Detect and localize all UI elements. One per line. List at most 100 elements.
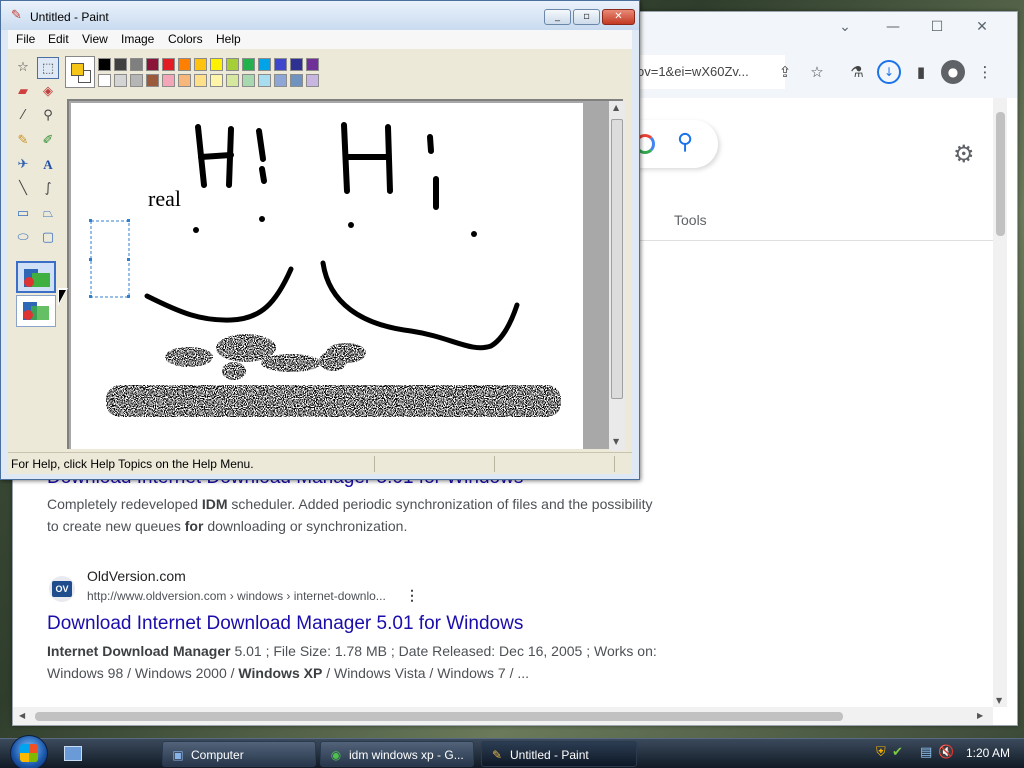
maximize-button[interactable]: ▫ [573, 9, 600, 25]
side-panel-icon[interactable]: ▮ [909, 60, 933, 84]
line-tool-icon[interactable]: ╲ [12, 178, 34, 200]
vertical-scrollbar[interactable]: ▼ [993, 98, 1007, 707]
color-swatch[interactable] [114, 58, 127, 71]
color-swatch[interactable] [242, 74, 255, 87]
taskbar-button-chrome[interactable]: ◉ idm windows xp - G... [320, 741, 474, 767]
color-swatch[interactable] [274, 74, 287, 87]
color-picker-icon[interactable]: ⁄ [12, 105, 34, 127]
curve-tool-icon[interactable]: ∫ [37, 178, 59, 200]
clock[interactable]: 1:20 AM [966, 746, 1010, 760]
maximize-icon[interactable]: ☐ [925, 16, 949, 38]
foreground-color-swatch[interactable] [71, 63, 84, 76]
opaque-selection-option[interactable] [16, 261, 56, 293]
minimize-icon[interactable]: — [881, 16, 905, 38]
color-swatch[interactable] [162, 58, 175, 71]
brush-icon[interactable]: ✐ [37, 130, 59, 152]
close-icon[interactable]: ✕ [970, 16, 994, 38]
color-swatch[interactable] [210, 58, 223, 71]
current-colors[interactable] [65, 56, 95, 88]
security-shield-icon[interactable]: ⛨ [876, 745, 886, 760]
color-swatch[interactable] [274, 58, 287, 71]
color-swatch[interactable] [146, 74, 159, 87]
start-button[interactable] [10, 735, 48, 768]
kebab-menu-icon[interactable]: ⋮ [973, 60, 997, 84]
volume-muted-icon[interactable]: 🔇 [938, 745, 954, 760]
color-swatch[interactable] [290, 74, 303, 87]
color-swatch[interactable] [210, 74, 223, 87]
taskbar-button-computer[interactable]: ▣ Computer [162, 741, 316, 767]
search-icon[interactable]: ⚲ [677, 130, 693, 155]
bookmark-star-icon[interactable]: ☆ [805, 60, 829, 84]
share-icon[interactable]: ⇪ [773, 60, 797, 84]
tab-tools[interactable]: Tools [674, 212, 707, 228]
color-swatch[interactable] [290, 58, 303, 71]
menu-image[interactable]: Image [121, 32, 154, 46]
menu-view[interactable]: View [82, 32, 108, 46]
color-swatch[interactable] [114, 74, 127, 87]
polygon-tool-icon[interactable]: ⏢ [37, 203, 59, 225]
result-title-2[interactable]: Download Internet Download Manager 5.01 … [47, 613, 523, 635]
rounded-rect-tool-icon[interactable]: ▢ [37, 227, 59, 249]
network-icon[interactable]: ▤ [920, 745, 932, 760]
paint-titlebar[interactable]: ✎ Untitled - Paint _ ▫ ✕ [1, 1, 639, 30]
kebab-menu-icon[interactable]: ⋮ [405, 587, 419, 604]
rect-select-icon[interactable]: ⬚ [37, 57, 59, 79]
labs-icon[interactable]: ⚗ [845, 60, 869, 84]
magnifier-icon[interactable]: ⚲ [37, 105, 59, 127]
color-swatch[interactable] [226, 58, 239, 71]
scroll-left-icon[interactable]: ◀ [19, 711, 25, 720]
color-swatch[interactable] [130, 74, 143, 87]
color-swatch[interactable] [178, 74, 191, 87]
close-button[interactable]: ✕ [602, 9, 635, 25]
paint-brush-icon[interactable]: ✎ [11, 8, 22, 23]
taskbar-button-paint[interactable]: ✎ Untitled - Paint [481, 741, 637, 767]
chevron-down-icon[interactable]: ⌄ [833, 16, 857, 38]
gear-icon[interactable]: ⚙ [953, 140, 975, 168]
minimize-button[interactable]: _ [544, 9, 571, 25]
download-icon[interactable]: ↓ [877, 60, 901, 84]
ellipse-tool-icon[interactable]: ⬭ [12, 227, 34, 249]
fill-bucket-icon[interactable]: ◈ [37, 81, 59, 103]
color-swatch[interactable] [258, 58, 271, 71]
menu-help[interactable]: Help [216, 32, 241, 46]
menu-file[interactable]: File [16, 32, 35, 46]
scroll-right-icon[interactable]: ▶ [977, 711, 983, 720]
show-desktop-icon[interactable] [64, 746, 82, 761]
scroll-down-icon[interactable]: ▼ [996, 696, 1002, 705]
airbrush-icon[interactable]: ✈ [12, 154, 34, 176]
pencil-icon[interactable]: ✎ [12, 130, 34, 152]
scrollbar-thumb[interactable] [35, 712, 843, 721]
color-swatch[interactable] [194, 74, 207, 87]
color-swatch[interactable] [130, 58, 143, 71]
horizontal-scrollbar[interactable]: ◀ ▶ [13, 707, 993, 725]
scrollbar-thumb[interactable] [611, 119, 623, 399]
free-select-icon[interactable]: ☆ [12, 57, 34, 79]
color-swatch[interactable] [98, 74, 111, 87]
address-url[interactable]: ov=1&ei=wX60Zv... [637, 64, 749, 79]
color-swatch[interactable] [226, 74, 239, 87]
site-url[interactable]: http://www.oldversion.com › windows › in… [87, 589, 386, 603]
selection-marquee[interactable] [90, 220, 130, 298]
update-icon[interactable]: ✔ [892, 745, 903, 760]
color-swatch[interactable] [146, 58, 159, 71]
site-favicon[interactable]: OV [49, 576, 75, 602]
color-swatch[interactable] [258, 74, 271, 87]
scrollbar-thumb[interactable] [996, 112, 1005, 236]
drawing-canvas[interactable]: real [71, 103, 583, 449]
text-tool-icon[interactable]: A [37, 154, 59, 176]
scroll-down-icon[interactable]: ▼ [613, 437, 619, 446]
eraser-icon[interactable]: ▰ [12, 81, 34, 103]
rectangle-tool-icon[interactable]: ▭ [12, 203, 34, 225]
site-name[interactable]: OldVersion.com [87, 568, 186, 584]
color-swatch[interactable] [194, 58, 207, 71]
color-swatch[interactable] [306, 74, 319, 87]
selection-handles[interactable] [89, 219, 130, 298]
profile-icon[interactable]: ● [941, 60, 965, 84]
canvas-scrollbar[interactable]: ▲ ▼ [609, 101, 625, 451]
color-swatch[interactable] [242, 58, 255, 71]
scroll-up-icon[interactable]: ▲ [613, 103, 619, 112]
menu-colors[interactable]: Colors [168, 32, 203, 46]
color-swatch[interactable] [178, 58, 191, 71]
menu-edit[interactable]: Edit [48, 32, 69, 46]
color-swatch[interactable] [306, 58, 319, 71]
